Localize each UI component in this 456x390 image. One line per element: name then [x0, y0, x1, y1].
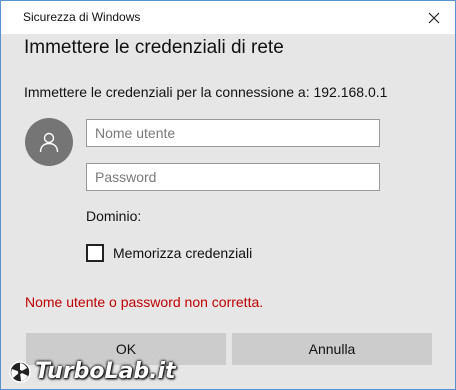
dialog-heading: Immettere le credenziali di rete — [24, 37, 284, 58]
username-input[interactable] — [86, 119, 380, 147]
remember-credentials-row[interactable]: Memorizza credenziali — [86, 244, 252, 262]
user-avatar-icon — [39, 132, 59, 153]
close-icon — [428, 12, 440, 24]
title-bar: Sicurezza di Windows — [1, 1, 455, 34]
connection-description: Immettere le credenziali per la connessi… — [24, 84, 388, 100]
error-message: Nome utente o password non corretta. — [25, 294, 264, 310]
window-title: Sicurezza di Windows — [23, 10, 141, 24]
password-input[interactable] — [86, 163, 380, 191]
domain-label: Dominio: — [86, 208, 142, 224]
cancel-button[interactable]: Annulla — [232, 333, 432, 365]
remember-credentials-label: Memorizza credenziali — [113, 245, 253, 261]
user-avatar — [25, 118, 73, 166]
credentials-dialog: Sicurezza di Windows Immettere le creden… — [0, 0, 456, 390]
ok-button[interactable]: OK — [26, 333, 226, 365]
close-button[interactable] — [419, 5, 449, 31]
remember-credentials-checkbox[interactable] — [86, 244, 104, 262]
